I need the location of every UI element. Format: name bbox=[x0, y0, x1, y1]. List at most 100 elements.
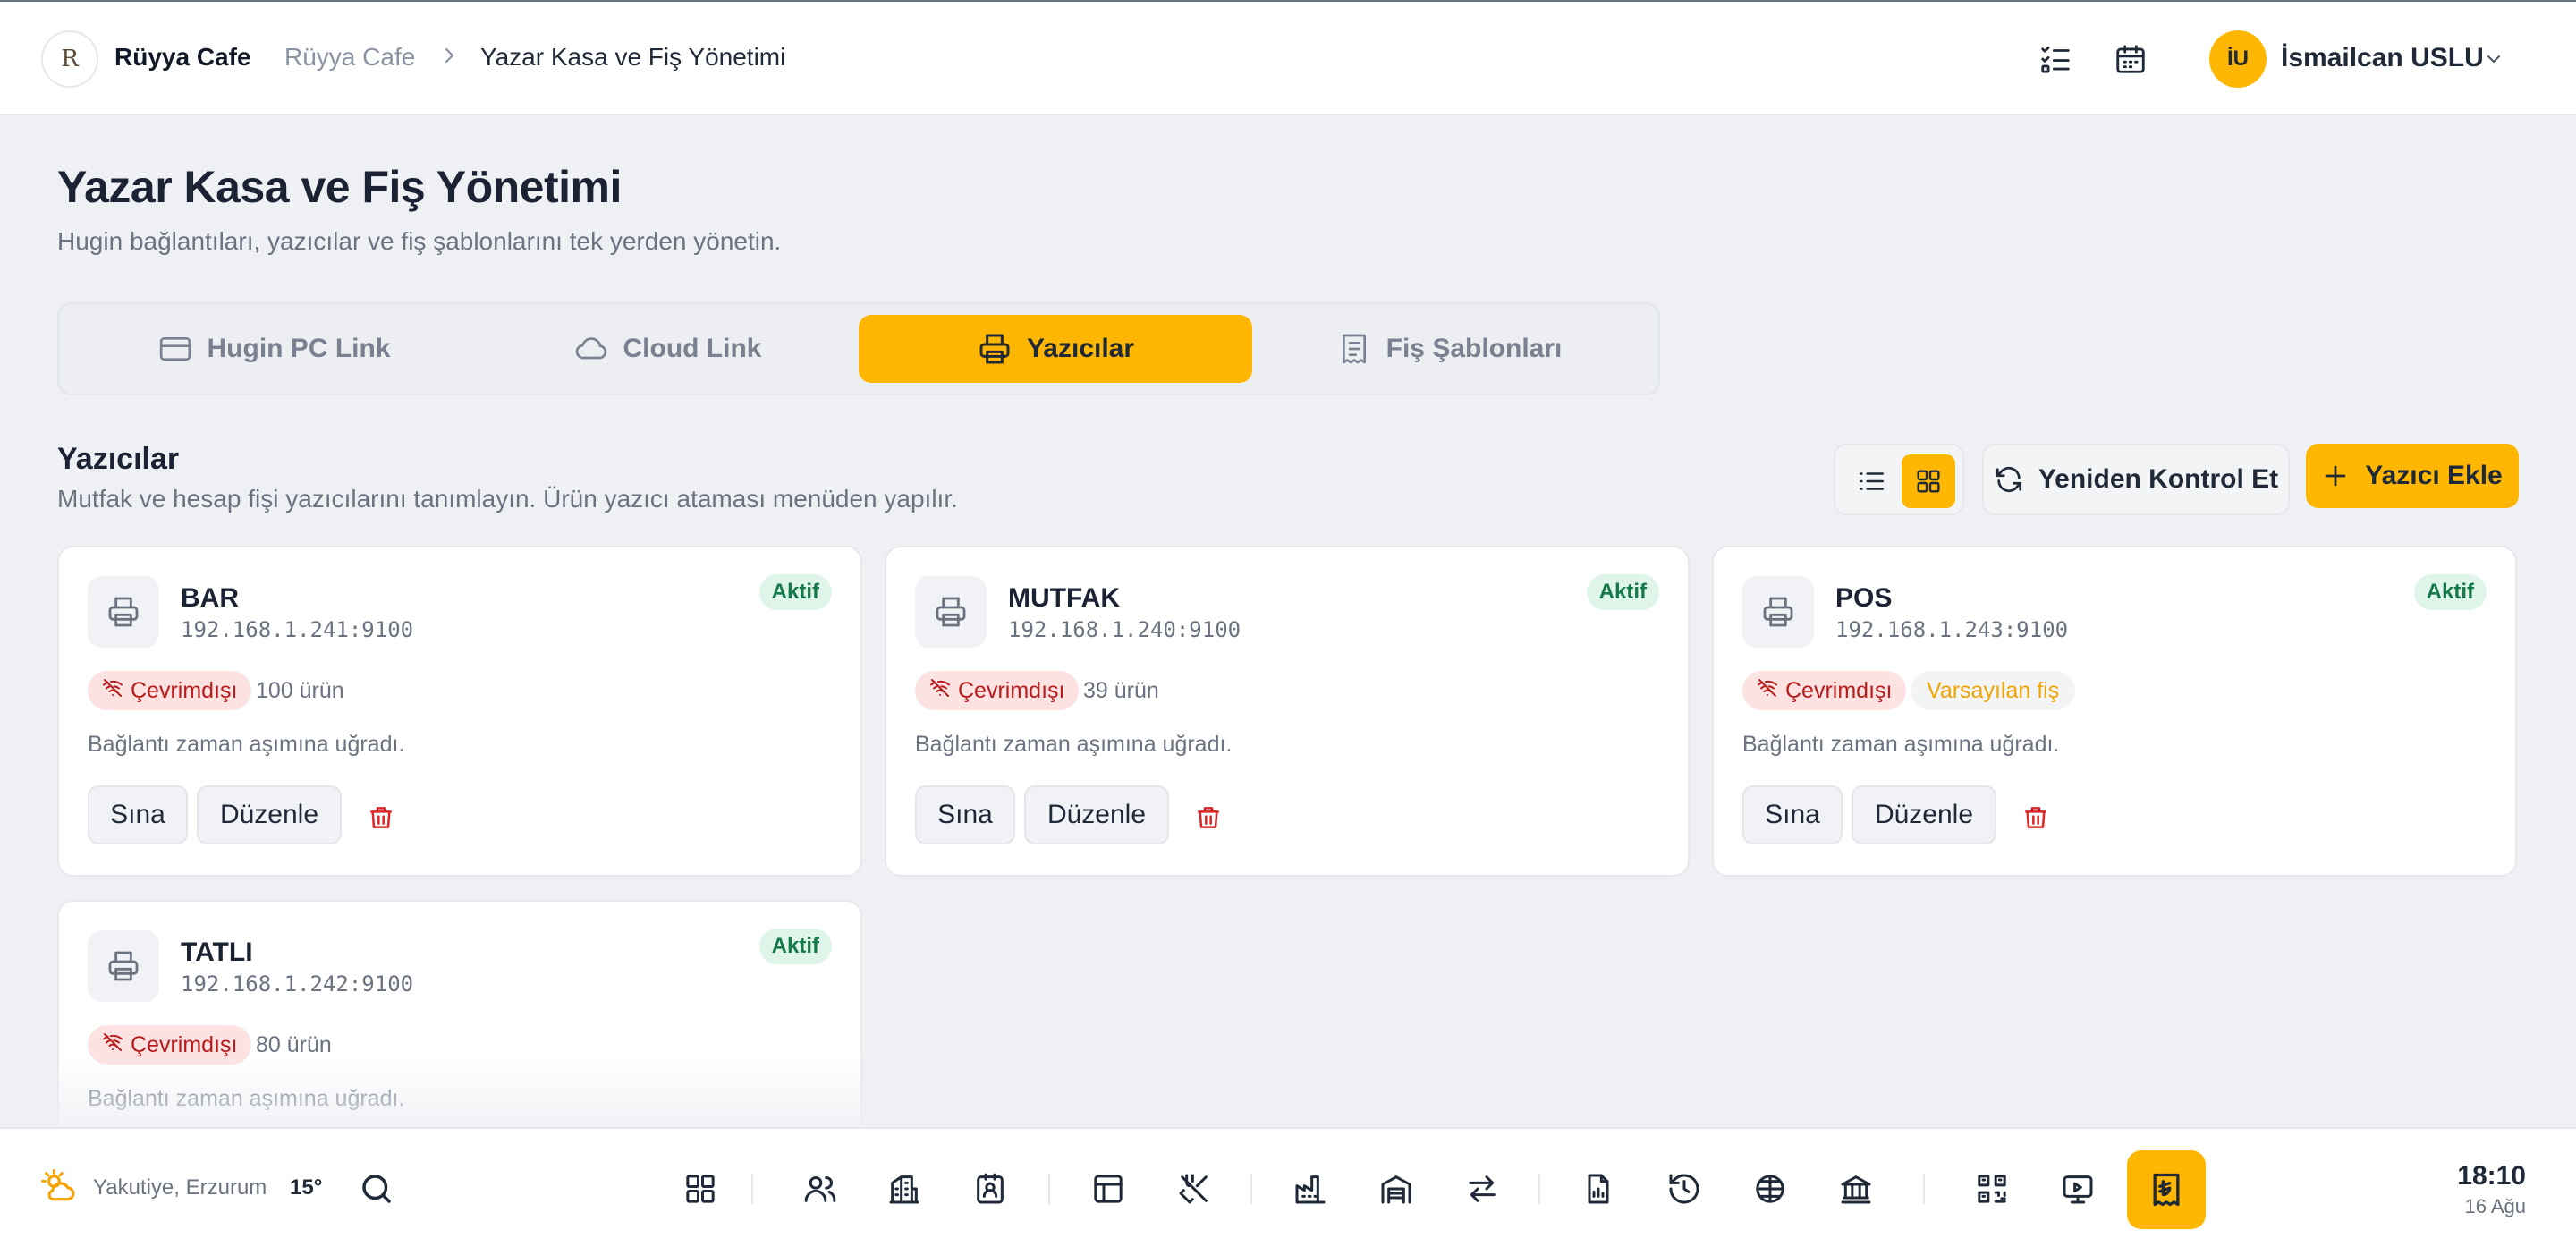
users-icon[interactable] bbox=[801, 1170, 839, 1208]
edit-button[interactable]: Düzenle bbox=[197, 785, 342, 844]
card-icon bbox=[159, 337, 191, 361]
report-icon[interactable] bbox=[1580, 1170, 1617, 1208]
tab-label: Hugin PC Link bbox=[207, 334, 391, 363]
printer-ip: 192.168.1.240:9100 bbox=[1008, 617, 1241, 642]
printer-name: BAR bbox=[181, 583, 239, 613]
balance-icon[interactable] bbox=[1751, 1170, 1789, 1208]
page-title: Yazar Kasa ve Fiş Yönetimi bbox=[57, 162, 622, 212]
utensils-icon[interactable] bbox=[1175, 1170, 1213, 1208]
dashboard-icon[interactable] bbox=[682, 1170, 719, 1208]
trash-icon[interactable] bbox=[367, 803, 395, 832]
edit-button[interactable]: Düzenle bbox=[1852, 785, 1996, 844]
tab-label: Fiş Şablonları bbox=[1385, 334, 1563, 363]
offline-badge: Çevrimdışı bbox=[88, 671, 252, 710]
test-button[interactable]: Sına bbox=[88, 785, 188, 844]
avatar[interactable]: İU bbox=[2209, 30, 2267, 88]
presentation-icon[interactable] bbox=[2059, 1170, 2097, 1208]
dock-separator bbox=[1538, 1174, 1540, 1204]
offline-label: Çevrimdışı bbox=[958, 677, 1065, 703]
receipt-icon bbox=[1342, 334, 1366, 364]
cloud-icon bbox=[575, 337, 606, 360]
offline-badge: Çevrimdışı bbox=[1742, 671, 1907, 710]
lira-receipt-icon bbox=[2153, 1173, 2180, 1207]
printer-icon bbox=[88, 930, 159, 1002]
breadcrumb-home[interactable]: Rüyya Cafe bbox=[284, 43, 415, 72]
product-count: 80 ürün bbox=[256, 1032, 332, 1057]
error-message: Bağlantı zaman aşımına uğradı. bbox=[1742, 732, 2060, 757]
wifi-off-icon bbox=[102, 1031, 123, 1059]
list-icon bbox=[1860, 472, 1885, 490]
error-message: Bağlantı zaman aşımına uğradı. bbox=[915, 732, 1233, 757]
add-printer-button[interactable]: Yazıcı Ekle bbox=[2306, 444, 2519, 508]
default-receipt-badge: Varsayılan fiş bbox=[1911, 671, 2076, 710]
wifi-off-icon bbox=[929, 677, 951, 705]
top-bar: R Rüyya Cafe Rüyya Cafe Yazar Kasa ve Fi… bbox=[0, 0, 2576, 115]
recheck-button[interactable]: Yeniden Kontrol Et bbox=[1982, 444, 2290, 515]
plus-icon bbox=[2325, 465, 2346, 487]
weather-temperature: 15° bbox=[290, 1175, 323, 1200]
status-badge: Aktif bbox=[758, 574, 832, 610]
trash-icon[interactable] bbox=[1194, 803, 1223, 832]
tab-cloud-link[interactable]: Cloud Link bbox=[470, 315, 864, 383]
clock-time: 18:10 bbox=[2457, 1161, 2526, 1191]
bottom-dock: Yakutiye, Erzurum 15° 18:10 16 Ağu bbox=[0, 1127, 2576, 1247]
trash-icon[interactable] bbox=[2021, 803, 2050, 832]
tab-bar: Hugin PC Link Cloud Link Yazıcılar Fiş Ş… bbox=[57, 302, 1660, 395]
printer-card: BAR 192.168.1.241:9100 Aktif Çevrimdışı … bbox=[57, 546, 862, 877]
scroll-fade bbox=[0, 1056, 2576, 1127]
history-icon[interactable] bbox=[1665, 1170, 1703, 1208]
transfer-icon[interactable] bbox=[1463, 1170, 1501, 1208]
calendar-icon[interactable] bbox=[2113, 41, 2148, 77]
status-badge: Aktif bbox=[758, 929, 832, 964]
test-button[interactable]: Sına bbox=[915, 785, 1015, 844]
tab-printers[interactable]: Yazıcılar bbox=[859, 315, 1252, 383]
wifi-off-icon bbox=[1757, 677, 1778, 705]
warehouse-icon[interactable] bbox=[1377, 1170, 1415, 1208]
printer-name: MUTFAK bbox=[1008, 583, 1120, 613]
wifi-off-icon bbox=[102, 677, 123, 705]
user-name[interactable]: İsmailcan USLU bbox=[2281, 43, 2484, 73]
dock-button-active[interactable] bbox=[2127, 1150, 2206, 1229]
dock-separator bbox=[751, 1174, 753, 1204]
product-count: 100 ürün bbox=[256, 678, 344, 703]
contact-card-icon[interactable] bbox=[971, 1170, 1009, 1208]
weather-location: Yakutiye, Erzurum bbox=[93, 1175, 267, 1200]
add-printer-label: Yazıcı Ekle bbox=[2365, 461, 2503, 490]
edit-button[interactable]: Düzenle bbox=[1024, 785, 1169, 844]
refresh-icon bbox=[1996, 466, 2021, 493]
breadcrumb-current: Yazar Kasa ve Fiş Yönetimi bbox=[480, 43, 786, 71]
status-badge: Aktif bbox=[2413, 574, 2487, 610]
printer-ip: 192.168.1.242:9100 bbox=[181, 971, 414, 997]
building-icon[interactable] bbox=[886, 1170, 923, 1208]
tab-label: Cloud Link bbox=[623, 334, 762, 363]
list-view-button[interactable] bbox=[1844, 454, 1898, 508]
offline-label: Çevrimdışı bbox=[131, 1031, 238, 1057]
view-toggle bbox=[1834, 444, 1964, 515]
product-count: 39 ürün bbox=[1083, 678, 1159, 703]
offline-label: Çevrimdışı bbox=[131, 677, 238, 703]
printer-name: POS bbox=[1835, 583, 1893, 613]
tab-label: Yazıcılar bbox=[1026, 334, 1135, 363]
tab-receipt-templates[interactable]: Fiş Şablonları bbox=[1252, 315, 1646, 383]
page-subtitle: Hugin bağlantıları, yazıcılar ve fiş şab… bbox=[57, 227, 782, 255]
printer-icon bbox=[1742, 576, 1814, 648]
table-layout-icon[interactable] bbox=[1089, 1170, 1127, 1208]
search-icon[interactable] bbox=[358, 1170, 395, 1208]
test-button[interactable]: Sına bbox=[1742, 785, 1843, 844]
printer-card: MUTFAK 192.168.1.240:9100 Aktif Çevrimdı… bbox=[885, 546, 1690, 877]
printer-ip: 192.168.1.243:9100 bbox=[1835, 617, 2069, 642]
brand-name[interactable]: Rüyya Cafe bbox=[114, 43, 251, 72]
printer-icon bbox=[915, 576, 987, 648]
section-subtitle: Mutfak ve hesap fişi yazıcılarını tanıml… bbox=[57, 485, 958, 513]
brand-logo[interactable]: R bbox=[41, 30, 98, 88]
partly-cloudy-icon bbox=[41, 1169, 75, 1201]
printer-icon bbox=[88, 576, 159, 648]
checklist-icon[interactable] bbox=[2038, 41, 2073, 77]
error-message: Bağlantı zaman aşımına uğradı. bbox=[88, 732, 405, 757]
qr-code-icon[interactable] bbox=[1973, 1170, 2011, 1208]
tab-hugin-pc-link[interactable]: Hugin PC Link bbox=[77, 315, 470, 383]
grid-view-button[interactable] bbox=[1902, 454, 1955, 508]
factory-icon[interactable] bbox=[1292, 1170, 1329, 1208]
chevron-down-icon[interactable] bbox=[2483, 48, 2504, 70]
bank-icon[interactable] bbox=[1837, 1170, 1875, 1208]
